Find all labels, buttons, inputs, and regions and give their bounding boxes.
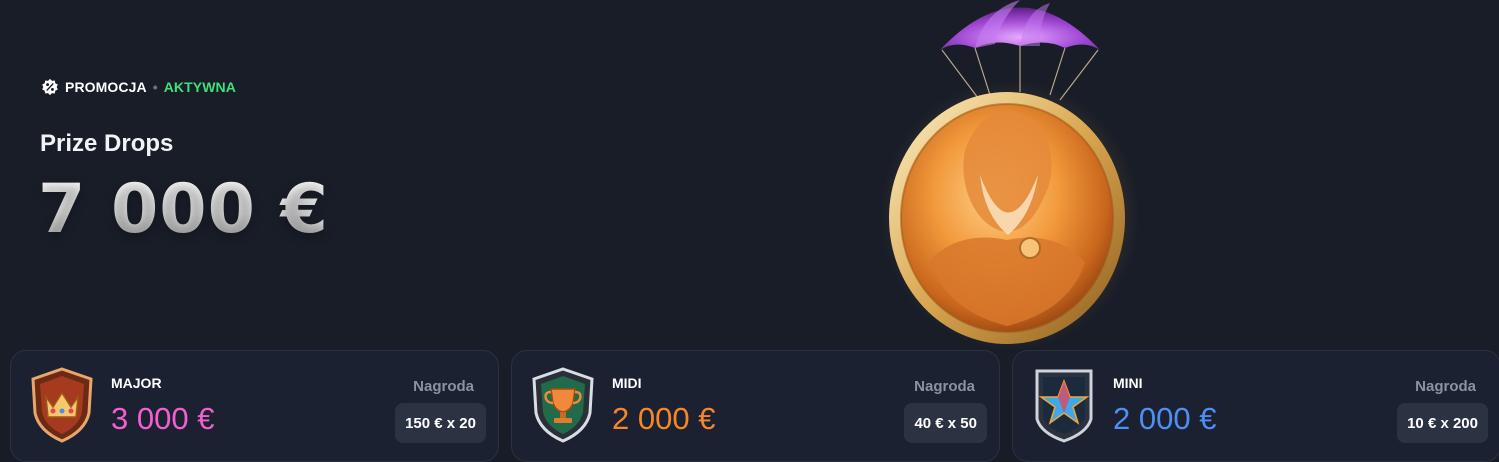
tier-name: MAJOR	[111, 375, 162, 391]
tier-amount: 2 000 €	[612, 401, 716, 436]
reward-chip: 10 € x 200	[1397, 403, 1488, 443]
reward-chip: 40 € x 50	[904, 403, 987, 443]
tier-amount: 2 000 €	[1113, 401, 1217, 436]
status-label: AKTYWNA	[163, 79, 236, 95]
tier-name: MIDI	[612, 375, 642, 391]
percent-badge-icon	[42, 78, 58, 96]
reward-label: Nagroda	[914, 378, 975, 395]
star-shield-icon	[1035, 369, 1093, 443]
promo-title: Prize Drops	[40, 130, 174, 157]
tier-amount: 3 000 €	[111, 401, 215, 436]
reward-label: Nagroda	[1415, 378, 1476, 395]
trophy-shield-icon	[532, 367, 594, 443]
status-separator: •	[152, 79, 158, 95]
parachute-coin-illustration	[880, 0, 1140, 350]
crown-shield-icon	[31, 367, 93, 443]
reward-chip: 150 € x 20	[395, 403, 486, 443]
tier-name: MINI	[1113, 375, 1143, 391]
promo-prize-amount: 7 000 €	[38, 170, 329, 249]
tier-card-midi[interactable]: MIDI 2 000 € Nagroda 40 € x 50	[511, 350, 1000, 462]
promo-status: PROMOCJA • AKTYWNA	[41, 78, 236, 96]
reward-label: Nagroda	[413, 378, 474, 395]
tier-card-major[interactable]: MAJOR 3 000 € Nagroda 150 € x 20	[10, 350, 499, 462]
promo-tag: PROMOCJA	[65, 79, 147, 95]
tier-card-mini[interactable]: MINI 2 000 € Nagroda 10 € x 200	[1012, 350, 1499, 462]
prize-tiers: MAJOR 3 000 € Nagroda 150 € x 20 MIDI 2 …	[10, 350, 1499, 462]
